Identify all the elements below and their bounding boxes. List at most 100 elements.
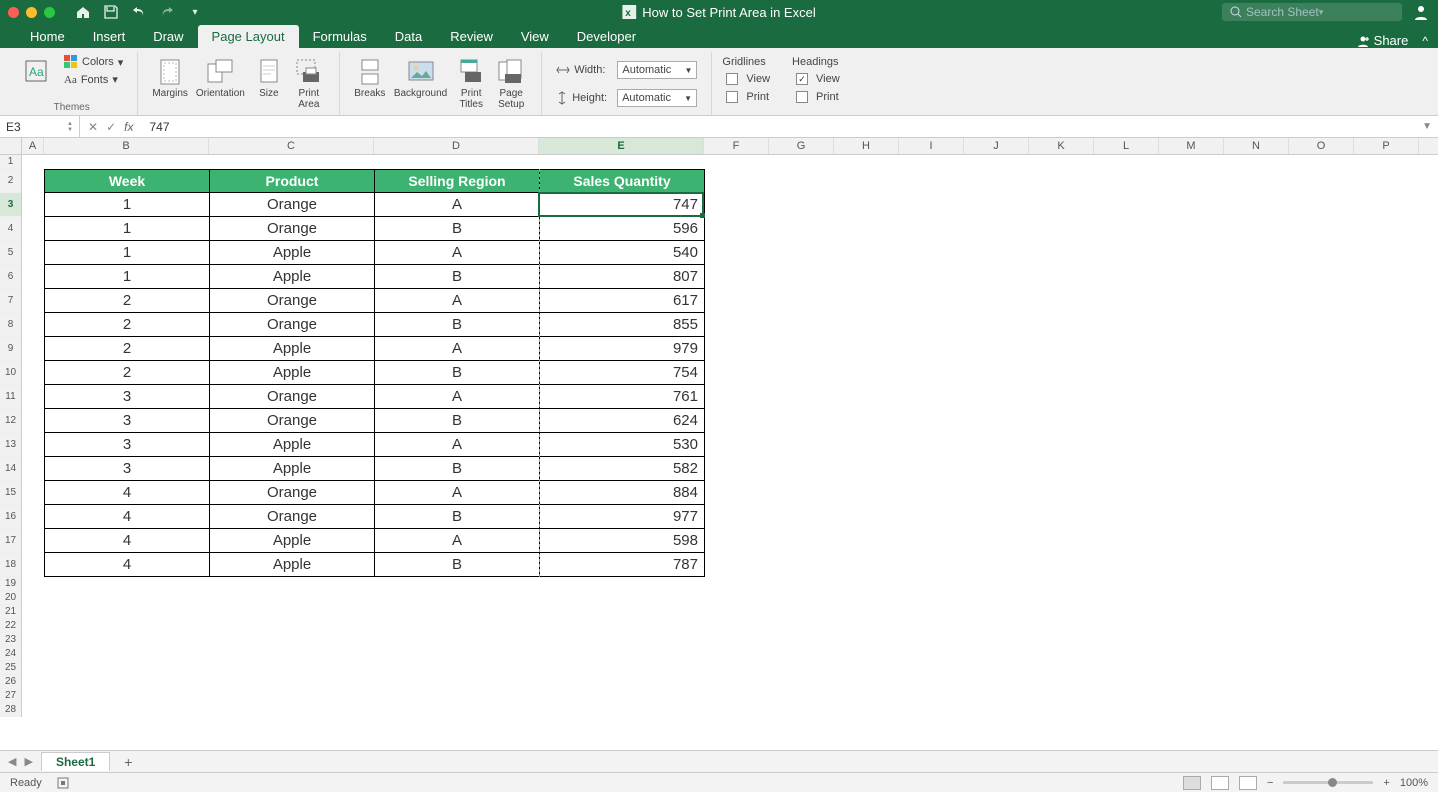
row-header-21[interactable]: 21 (0, 605, 21, 619)
col-header-N[interactable]: N (1224, 138, 1289, 154)
row-header-12[interactable]: 12 (0, 409, 21, 433)
cells-area[interactable]: WeekProductSelling RegionSales Quantity1… (22, 155, 1438, 750)
cell[interactable]: 4 (45, 553, 210, 577)
table-row[interactable]: 1OrangeA747 (45, 193, 705, 217)
col-header-C[interactable]: C (209, 138, 374, 154)
col-header-P[interactable]: P (1354, 138, 1419, 154)
row-header-8[interactable]: 8 (0, 313, 21, 337)
size-button[interactable]: Size (249, 56, 289, 101)
page-layout-view-icon[interactable] (1211, 776, 1229, 790)
cell[interactable]: 4 (45, 529, 210, 553)
col-header-F[interactable]: F (704, 138, 769, 154)
cell[interactable]: A (375, 433, 540, 457)
col-header-J[interactable]: J (964, 138, 1029, 154)
cell[interactable]: B (375, 265, 540, 289)
breaks-button[interactable]: Breaks (350, 56, 390, 101)
cell[interactable]: 2 (45, 337, 210, 361)
background-button[interactable]: Background (390, 56, 451, 101)
table-row[interactable]: 3AppleA530 (45, 433, 705, 457)
cell[interactable]: 582 (540, 457, 705, 481)
col-header-D[interactable]: D (374, 138, 539, 154)
cell[interactable]: 4 (45, 481, 210, 505)
cell[interactable]: B (375, 409, 540, 433)
sheet-tab[interactable]: Sheet1 (41, 752, 110, 771)
cell[interactable]: Orange (210, 313, 375, 337)
row-header-27[interactable]: 27 (0, 689, 21, 703)
cell[interactable]: 3 (45, 385, 210, 409)
cell[interactable]: 4 (45, 505, 210, 529)
col-header-H[interactable]: H (834, 138, 899, 154)
col-header-A[interactable]: A (22, 138, 44, 154)
maximize-window-icon[interactable] (44, 7, 55, 18)
gridlines-print-checkbox[interactable]: Print (722, 90, 774, 104)
cell[interactable]: 2 (45, 289, 210, 313)
cell[interactable]: 1 (45, 217, 210, 241)
row-header-24[interactable]: 24 (0, 647, 21, 661)
table-row[interactable]: 4AppleB787 (45, 553, 705, 577)
table-row[interactable]: 4OrangeA884 (45, 481, 705, 505)
spreadsheet-grid[interactable]: ABCDEFGHIJKLMNOP 12345678910111213141516… (0, 138, 1438, 750)
share-button[interactable]: Share (1356, 33, 1409, 48)
search-input[interactable]: Search Sheet ▾ (1222, 3, 1402, 21)
cell[interactable]: B (375, 313, 540, 337)
cell[interactable]: 530 (540, 433, 705, 457)
cell[interactable]: 761 (540, 385, 705, 409)
cell[interactable]: 598 (540, 529, 705, 553)
normal-view-icon[interactable] (1183, 776, 1201, 790)
cell[interactable]: A (375, 385, 540, 409)
expand-formula-bar-icon[interactable]: ▼ (1416, 121, 1438, 132)
cell[interactable]: 787 (540, 553, 705, 577)
table-row[interactable]: 1AppleA540 (45, 241, 705, 265)
cell[interactable]: 1 (45, 265, 210, 289)
cell[interactable]: Orange (210, 289, 375, 313)
zoom-in-button[interactable]: + (1383, 777, 1389, 789)
row-header-2[interactable]: 2 (0, 169, 21, 193)
row-header-1[interactable]: 1 (0, 155, 21, 169)
cell[interactable]: Apple (210, 241, 375, 265)
page-setup-button[interactable]: Page Setup (491, 56, 531, 112)
col-header-G[interactable]: G (769, 138, 834, 154)
colors-button[interactable]: Colors ▾ (60, 54, 127, 70)
table-row[interactable]: 2AppleA979 (45, 337, 705, 361)
cell[interactable]: Apple (210, 361, 375, 385)
row-header-7[interactable]: 7 (0, 289, 21, 313)
ribbon-tab-review[interactable]: Review (436, 25, 507, 48)
cell[interactable]: 884 (540, 481, 705, 505)
account-icon[interactable] (1412, 3, 1430, 21)
row-header-28[interactable]: 28 (0, 703, 21, 717)
cell[interactable]: 747 (540, 193, 705, 217)
row-header-14[interactable]: 14 (0, 457, 21, 481)
save-icon[interactable] (103, 4, 119, 20)
gridlines-view-checkbox[interactable]: View (722, 72, 774, 86)
row-header-13[interactable]: 13 (0, 433, 21, 457)
headings-print-checkbox[interactable]: Print (792, 90, 844, 104)
collapse-ribbon-icon[interactable]: ^ (1422, 34, 1428, 48)
row-header-20[interactable]: 20 (0, 591, 21, 605)
row-header-15[interactable]: 15 (0, 481, 21, 505)
cell[interactable]: A (375, 241, 540, 265)
minimize-window-icon[interactable] (26, 7, 37, 18)
cancel-formula-icon[interactable]: ✕ (88, 120, 98, 134)
col-header-L[interactable]: L (1094, 138, 1159, 154)
ribbon-tab-data[interactable]: Data (381, 25, 436, 48)
ribbon-tab-draw[interactable]: Draw (139, 25, 197, 48)
ribbon-tab-view[interactable]: View (507, 25, 563, 48)
cell[interactable]: 624 (540, 409, 705, 433)
cell[interactable]: 1 (45, 241, 210, 265)
cell[interactable]: Apple (210, 337, 375, 361)
row-header-6[interactable]: 6 (0, 265, 21, 289)
col-header-K[interactable]: K (1029, 138, 1094, 154)
name-box[interactable]: E3▲▼ (0, 116, 80, 137)
customize-qat-icon[interactable]: ▾ (187, 4, 203, 20)
orientation-button[interactable]: Orientation (192, 56, 249, 101)
col-header-E[interactable]: E (539, 138, 704, 154)
cell[interactable]: 754 (540, 361, 705, 385)
close-window-icon[interactable] (8, 7, 19, 18)
row-header-9[interactable]: 9 (0, 337, 21, 361)
cell[interactable]: A (375, 289, 540, 313)
height-dropdown[interactable]: Automatic▼ (617, 89, 697, 107)
cell[interactable]: 1 (45, 193, 210, 217)
table-row[interactable]: 2OrangeA617 (45, 289, 705, 313)
ribbon-tab-formulas[interactable]: Formulas (299, 25, 381, 48)
macro-record-icon[interactable] (56, 776, 70, 790)
